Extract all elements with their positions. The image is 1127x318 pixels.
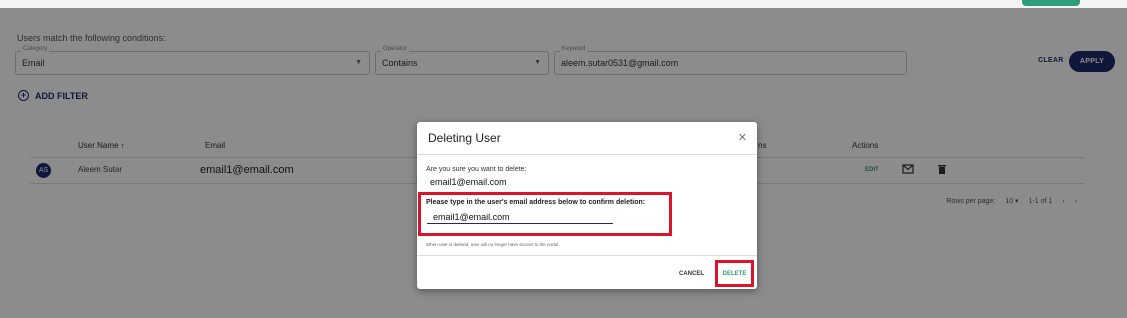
dialog-header: Deleting User ✕ <box>417 122 757 155</box>
confirm-instruction: Please type in the user's email address … <box>426 199 646 206</box>
delete-highlight: DELETE <box>715 260 754 287</box>
confirm-email: email1@email.com <box>430 177 507 187</box>
cancel-button[interactable]: CANCEL <box>679 271 704 277</box>
dialog-footer <box>417 255 757 290</box>
delete-user-dialog: Deleting User ✕ Are you sure you want to… <box>417 122 757 289</box>
confirm-email-input[interactable] <box>427 210 613 224</box>
top-action-button[interactable] <box>1022 0 1080 6</box>
top-strip <box>0 0 1127 8</box>
deletion-notice: When user is deleted, user will no longe… <box>426 242 560 247</box>
close-icon[interactable]: ✕ <box>738 131 747 144</box>
dialog-title: Deleting User <box>428 131 501 145</box>
delete-button[interactable]: DELETE <box>723 271 747 277</box>
confirm-question: Are you sure you want to delete: <box>426 166 527 173</box>
